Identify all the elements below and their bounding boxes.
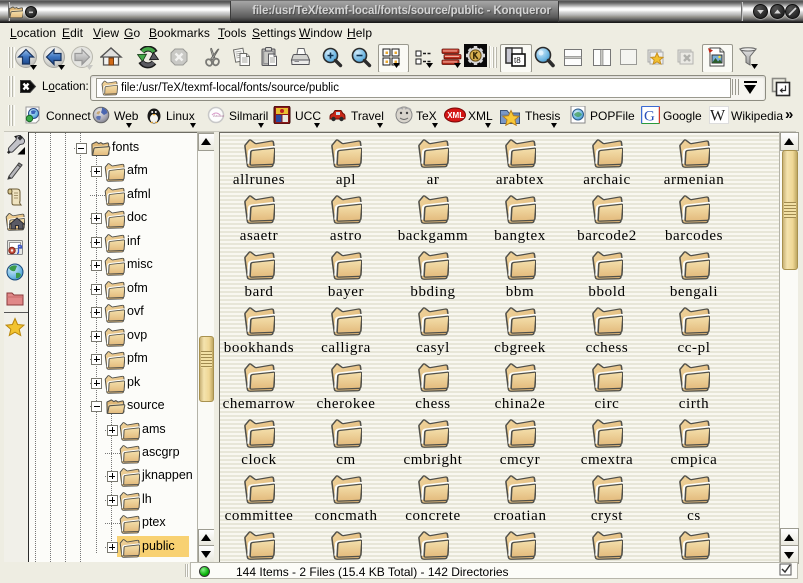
svg-text:t8: t8 (514, 56, 521, 65)
svg-text:W: W (710, 108, 726, 125)
svg-text:XML: XML (447, 111, 464, 120)
svg-text:Asuka: Asuka (213, 113, 225, 118)
svg-text:G: G (644, 109, 655, 125)
